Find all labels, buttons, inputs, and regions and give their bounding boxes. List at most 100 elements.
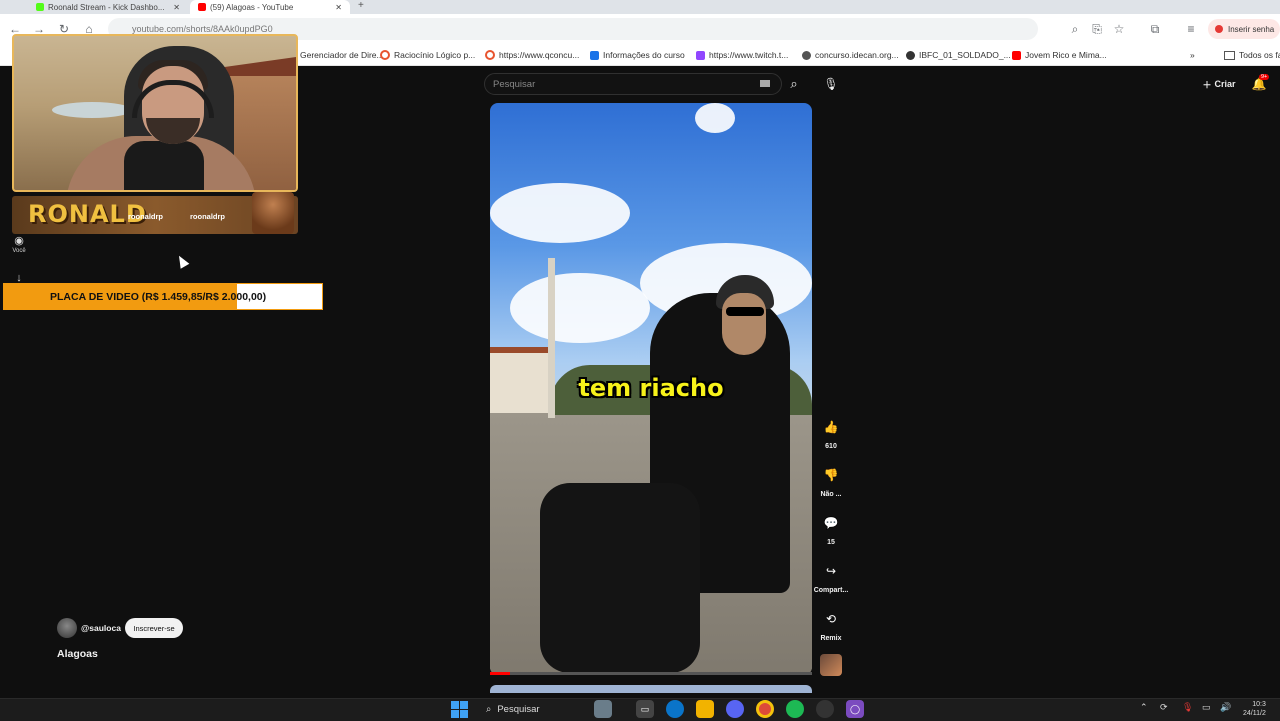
- remix-label: Remix: [820, 635, 842, 642]
- discord-icon[interactable]: [726, 700, 744, 718]
- you-icon[interactable]: ◉: [11, 232, 27, 248]
- bookmark-icon: [802, 50, 811, 60]
- bookmark-label: Jovem Rico e Mima...: [1025, 50, 1107, 60]
- edge-icon[interactable]: [666, 700, 684, 718]
- extensions-icon[interactable]: ⧉: [1146, 20, 1164, 38]
- like-count: 610: [825, 443, 837, 450]
- mic-icon: 🎙: [823, 77, 839, 91]
- spotify-icon[interactable]: [786, 700, 804, 718]
- mouse-cursor: [174, 253, 190, 269]
- mic-icon[interactable]: 🎙: [1182, 702, 1193, 713]
- close-icon[interactable]: ✕: [173, 3, 180, 12]
- task-view-icon[interactable]: ▭: [636, 700, 654, 718]
- clock[interactable]: 10:3 24/11/2: [1243, 700, 1266, 718]
- bookmark-item[interactable]: https://www.qconcu...: [485, 44, 579, 66]
- share-label: Compart...: [813, 587, 849, 594]
- volume-icon[interactable]: 🔊: [1220, 702, 1231, 713]
- search-placeholder: Pesquisar: [493, 78, 536, 90]
- like-button[interactable]: 👍 610: [816, 414, 846, 450]
- keyboard-icon[interactable]: [760, 80, 770, 87]
- all-bookmarks-label: Todos os fa: [1239, 50, 1280, 60]
- search-icon: ⌕: [486, 703, 492, 715]
- tab-kick[interactable]: Roonald Stream - Kick Dashbo... ✕: [28, 0, 188, 14]
- short-title: Alagoas: [57, 648, 98, 660]
- bookmark-icon: [485, 50, 495, 60]
- bookmark-label: https://www.qconcu...: [499, 50, 580, 60]
- search-button[interactable]: ⌕: [782, 73, 806, 95]
- network-icon[interactable]: ▭: [1202, 702, 1211, 713]
- alert-icon: [1215, 25, 1223, 33]
- sync-icon[interactable]: ⟳: [1160, 702, 1168, 713]
- comment-count: 15: [827, 539, 835, 546]
- bookmark-item[interactable]: IBFC_01_SOLDADO_...: [906, 44, 1011, 66]
- more-bookmarks-icon[interactable]: »: [1190, 44, 1195, 66]
- comments-button[interactable]: 💬 15: [816, 510, 846, 546]
- tab-label: (59) Alagoas - YouTube: [210, 2, 294, 12]
- clock-date: 24/11/2: [1243, 710, 1266, 717]
- folder-icon: [1224, 50, 1235, 60]
- dislike-button[interactable]: 👎 Não ...: [816, 462, 846, 498]
- donation-goal-text: PLACA DE VIDEO (R$ 1.459,85/R$ 2.000,00): [50, 290, 267, 303]
- file-explorer-icon[interactable]: [696, 700, 714, 718]
- tray-chevron-icon[interactable]: ⌃: [1140, 702, 1148, 713]
- search-input[interactable]: Pesquisar: [484, 73, 782, 95]
- notification-badge: 9+: [1259, 74, 1270, 80]
- star-icon[interactable]: ☆: [1110, 20, 1128, 38]
- video-caption: tem riacho: [578, 374, 724, 402]
- tab-label: Roonald Stream - Kick Dashbo...: [48, 2, 165, 12]
- webcam-overlay: [12, 34, 298, 192]
- side-you-label: Você: [12, 248, 26, 254]
- bookmark-label: IBFC_01_SOLDADO_...: [919, 50, 1011, 60]
- twitch-icon: [696, 50, 705, 60]
- avatar[interactable]: [57, 618, 77, 638]
- bookmark-item[interactable]: Raciocínio Lógico p...: [380, 44, 475, 66]
- close-icon[interactable]: ✕: [335, 3, 342, 12]
- voice-search-button[interactable]: 🎙: [820, 73, 842, 95]
- kick-handle: roonaldrp: [128, 212, 163, 221]
- share-icon: ↪: [825, 564, 837, 578]
- app-icon[interactable]: ◯: [846, 700, 864, 718]
- password-button[interactable]: Inserir senha: [1208, 19, 1280, 39]
- reading-list-icon[interactable]: ≡: [1182, 20, 1200, 38]
- new-tab-button[interactable]: +: [358, 0, 364, 11]
- install-icon[interactable]: ⎘: [1088, 20, 1106, 38]
- taskbar-search[interactable]: ⌕ Pesquisar: [480, 700, 590, 718]
- remix-button[interactable]: ⟲ Remix: [816, 606, 846, 642]
- bookmark-item[interactable]: Gerenciador de Dire...: [300, 44, 384, 66]
- audio-thumbnail[interactable]: [820, 654, 842, 676]
- plus-icon: ＋: [1202, 79, 1212, 90]
- obs-icon[interactable]: [816, 700, 834, 718]
- youtube-icon: [1012, 50, 1021, 60]
- channel-name[interactable]: @sauloca: [81, 623, 121, 633]
- youtube-icon: [198, 3, 206, 11]
- bookmark-label: https://www.twitch.t...: [709, 50, 789, 60]
- video-progress-bar[interactable]: [490, 672, 812, 675]
- next-short-preview[interactable]: [490, 685, 812, 693]
- share-button[interactable]: ↪ Compart...: [813, 558, 849, 594]
- bookmark-label: Raciocínio Lógico p...: [394, 50, 476, 60]
- subscribe-button[interactable]: Inscrever-se: [125, 618, 183, 638]
- social-handle: roonaldrp: [190, 212, 225, 221]
- all-bookmarks-folder[interactable]: Todos os fa: [1224, 44, 1280, 66]
- bookmark-item[interactable]: Jovem Rico e Mima...: [1012, 44, 1107, 66]
- thumbs-up-icon: 👍: [823, 420, 839, 434]
- zoom-icon[interactable]: ⌕: [1066, 20, 1084, 38]
- chrome-icon[interactable]: [756, 700, 774, 718]
- character-art: [252, 192, 294, 234]
- video-progress-fill: [490, 672, 510, 675]
- remix-icon: ⟲: [825, 612, 837, 626]
- bookmark-label: concurso.idecan.org...: [815, 50, 899, 60]
- tab-youtube[interactable]: (59) Alagoas - YouTube ✕: [190, 0, 350, 14]
- windows-start-icon[interactable]: [451, 701, 468, 718]
- taskbar-search-label: Pesquisar: [497, 703, 540, 715]
- clock-time: 10:3: [1252, 701, 1266, 708]
- bookmark-item[interactable]: Informações do curso: [590, 44, 685, 66]
- bookmark-item[interactable]: https://www.twitch.t...: [696, 44, 788, 66]
- kick-icon: [36, 3, 44, 11]
- bookmark-label: Gerenciador de Dire...: [300, 50, 384, 60]
- thumbs-down-icon: 👎: [823, 468, 839, 482]
- widgets-icon[interactable]: [594, 700, 612, 718]
- password-label: Inserir senha: [1228, 24, 1275, 34]
- bookmark-item[interactable]: concurso.idecan.org...: [802, 44, 899, 66]
- create-button[interactable]: ＋ Criar: [1196, 73, 1242, 95]
